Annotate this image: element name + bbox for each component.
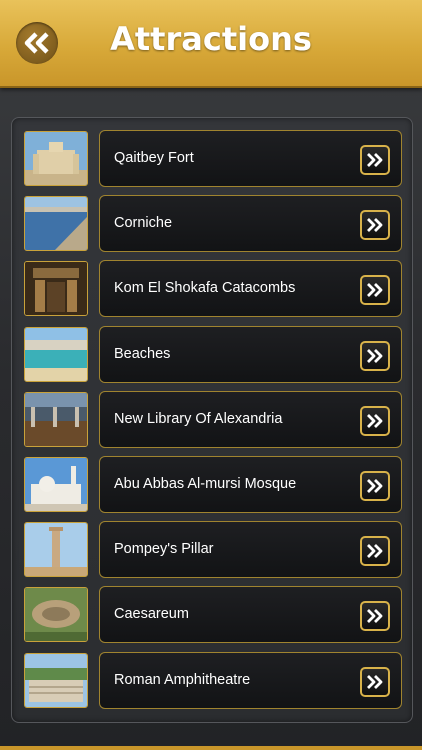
thumbnail-image [24,261,88,317]
open-button[interactable] [360,536,390,567]
thumbnail-image [24,456,88,512]
attraction-cell[interactable]: Roman Amphitheatre [99,651,402,709]
list-item[interactable]: Beaches [24,325,402,383]
double-chevron-right-icon [367,283,383,298]
open-button[interactable] [360,601,390,632]
thumbnail-image [24,326,88,382]
open-button[interactable] [360,275,390,306]
list-item[interactable]: New Library Of Alexandria [24,390,402,448]
attraction-label: Abu Abbas Al-mursi Mosque [114,475,297,492]
attraction-label: Beaches [114,345,171,362]
attractions-panel: Qaitbey Fort Corniche Kom El Shokafa Cat… [11,117,413,723]
header-bar: Attractions [0,0,422,88]
thumbnail-image [24,652,88,708]
list-item[interactable]: Abu Abbas Al-mursi Mosque [24,455,402,513]
attraction-label: Caesareum [114,606,189,623]
double-chevron-right-icon [367,609,383,624]
list-item[interactable]: Kom El Shokafa Catacombs [24,260,402,318]
attractions-list: Qaitbey Fort Corniche Kom El Shokafa Cat… [24,130,402,717]
open-button[interactable] [360,666,390,697]
thumbnail-image [24,391,88,447]
thumbnail-image [24,131,88,186]
open-button[interactable] [360,210,390,241]
double-chevron-right-icon [367,478,383,493]
double-chevron-right-icon [367,413,383,428]
list-item[interactable]: Qaitbey Fort [24,130,402,187]
thumbnail-image [24,587,88,643]
open-button[interactable] [360,470,390,501]
thumbnail-image [24,196,88,252]
attraction-cell[interactable]: Caesareum [99,586,402,644]
attraction-cell[interactable]: Corniche [99,195,402,253]
double-chevron-right-icon [367,674,383,689]
attraction-cell[interactable]: Qaitbey Fort [99,130,402,187]
attraction-label: Kom El Shokafa Catacombs [114,280,296,297]
open-button[interactable] [360,145,390,175]
attraction-label: Pompey's Pillar [114,541,214,558]
double-chevron-right-icon [367,153,383,167]
attraction-cell[interactable]: Kom El Shokafa Catacombs [99,260,402,318]
attraction-label: Qaitbey Fort [114,150,194,166]
open-button[interactable] [360,405,390,436]
double-chevron-right-icon [367,348,383,363]
attraction-cell[interactable]: New Library Of Alexandria [99,390,402,448]
attraction-cell[interactable]: Beaches [99,325,402,383]
attraction-label: Corniche [114,215,173,232]
attraction-cell[interactable]: Pompey's Pillar [99,521,402,579]
double-chevron-right-icon [367,544,383,559]
list-item[interactable]: Corniche [24,195,402,253]
open-button[interactable] [360,340,390,371]
list-item[interactable]: Caesareum [24,586,402,644]
bottom-accent-bar [0,746,422,750]
page-title: Attractions [110,20,312,58]
thumbnail-image [24,522,88,578]
attraction-label: New Library Of Alexandria [114,410,283,427]
attraction-label: Roman Amphitheatre [114,671,251,688]
attraction-cell[interactable]: Abu Abbas Al-mursi Mosque [99,455,402,513]
double-chevron-right-icon [367,218,383,233]
list-item[interactable]: Pompey's Pillar [24,521,402,579]
list-item[interactable]: Roman Amphitheatre [24,651,402,709]
